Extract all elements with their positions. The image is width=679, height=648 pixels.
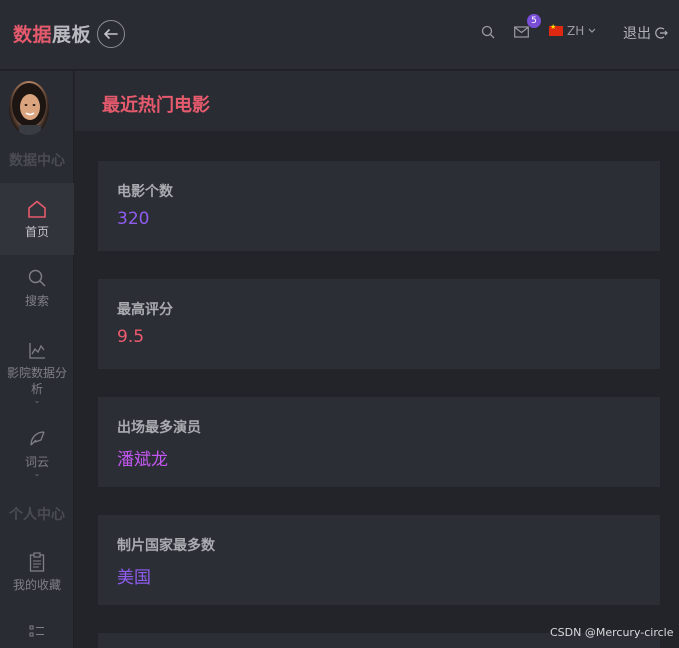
stat-value: 9.5 [117,327,145,347]
stat-value: 320 [117,209,150,229]
china-flag-icon [549,23,563,36]
search-icon [481,25,495,39]
brand-part-2: 展板 [52,24,92,46]
search-icon [28,269,46,287]
nav-item-home[interactable]: 首页 [0,183,74,255]
nav-label-favorites: 我的收藏 [12,578,61,592]
logout-icon [655,27,668,39]
language-label: ZH [567,24,585,38]
stat-card-top-country: 制片国家最多数 美国 [98,515,660,605]
chevron-down-icon: ⌄ [33,469,41,478]
search-button[interactable] [481,22,495,42]
list-icon [29,625,44,637]
stat-card-top-actor: 出场最多演员 潘斌龙 [98,397,660,487]
messages-button[interactable] [514,22,529,42]
sidebar: 数据中心 首页 搜索 影院数据分析 ⌄ 词云 ⌄ 个人中心 我的收藏 [0,71,74,648]
nav-label-search: 搜索 [24,294,49,308]
section-personal-center: 个人中心 [9,507,65,523]
nav-label-home: 首页 [24,225,49,239]
collapse-sidebar-button[interactable] [97,20,125,48]
stat-value: 潘斌龙 [117,450,168,470]
nav-label-analysis: 影院数据分析 [6,366,67,396]
stat-card-top-rating: 最高评分 9.5 [98,279,660,369]
page-title: 最近热门电影 [102,95,210,116]
top-bar: 数据展板 5 ZH 退出 [0,0,679,70]
arrow-left-icon [104,29,118,39]
chart-icon [29,343,45,359]
stat-value: 美国 [117,568,151,588]
nav-item-search[interactable]: 搜索 [0,267,74,317]
brand-title[interactable]: 数据展板 [13,20,91,47]
mail-icon [514,26,529,38]
stat-card-movie-count: 电影个数 320 [98,161,660,251]
section-data-center: 数据中心 [9,153,65,169]
nav-item-analysis[interactable]: 影院数据分析 ⌄ [0,340,74,410]
stat-label: 制片国家最多数 [117,538,215,554]
nav-item-more[interactable] [0,624,74,648]
nav-item-favorites[interactable]: 我的收藏 [0,551,74,601]
logout-button[interactable]: 退出 [623,23,668,43]
home-icon [28,200,46,218]
nav-label-wordcloud: 词云 [24,455,49,469]
content-header: 最近热门电影 [75,71,679,131]
message-count-badge: 5 [527,14,541,28]
nav-item-wordcloud[interactable]: 词云 ⌄ [0,428,74,484]
chevron-down-icon: ⌄ [33,396,41,405]
brand-part-1: 数据 [13,24,53,46]
stat-label: 出场最多演员 [117,420,201,436]
language-selector[interactable]: ZH [549,23,596,38]
logout-label: 退出 [623,26,651,42]
stat-label: 最高评分 [117,302,173,318]
watermark: CSDN @Mercury-circle [550,626,674,639]
clipboard-icon [29,552,45,572]
avatar[interactable] [9,81,49,135]
stat-label: 电影个数 [117,184,173,200]
feather-icon [30,431,45,446]
chevron-down-icon [588,28,596,33]
